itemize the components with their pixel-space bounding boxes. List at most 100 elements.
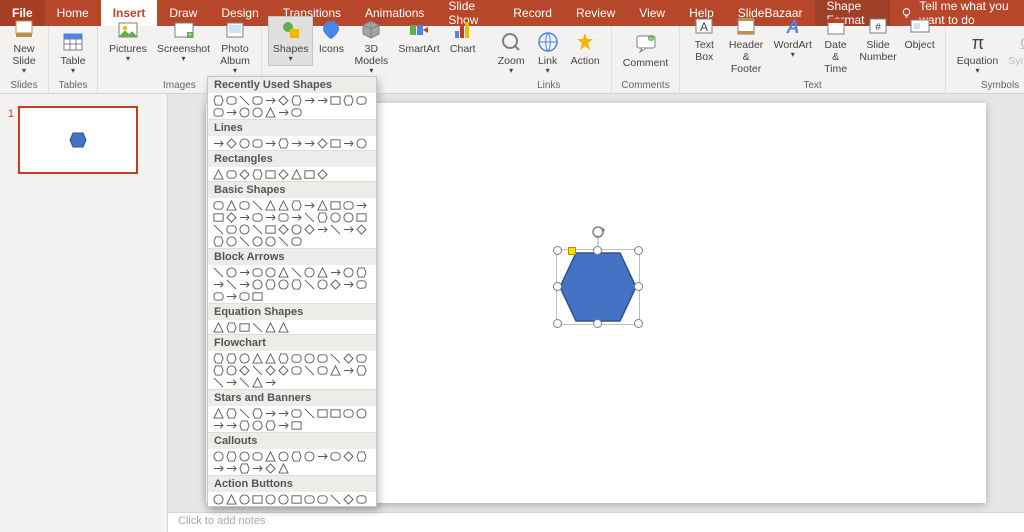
shape-option[interactable] (342, 364, 354, 376)
shape-option[interactable] (303, 450, 315, 462)
link-button[interactable]: Link▾ (530, 28, 566, 78)
shape-option[interactable] (303, 137, 315, 149)
shape-option[interactable] (251, 168, 263, 180)
shape-option[interactable] (290, 450, 302, 462)
tab-review[interactable]: Review (564, 0, 627, 26)
shape-option[interactable] (225, 266, 237, 278)
shape-option[interactable] (238, 376, 250, 388)
shape-option[interactable] (238, 223, 250, 235)
shape-option[interactable] (342, 450, 354, 462)
shape-option[interactable] (355, 266, 367, 278)
shape-option[interactable] (212, 168, 224, 180)
shape-option[interactable] (225, 199, 237, 211)
shape-option[interactable] (225, 450, 237, 462)
action-button[interactable]: Action (566, 28, 605, 70)
shape-option[interactable] (290, 364, 302, 376)
shape-option[interactable] (238, 290, 250, 302)
shape-option[interactable] (290, 199, 302, 211)
wordart-button[interactable]: AWordArt▾ (770, 12, 816, 62)
shape-option[interactable] (251, 94, 263, 106)
shape-option[interactable] (316, 407, 328, 419)
shape-option[interactable] (251, 106, 263, 118)
shape-option[interactable] (342, 94, 354, 106)
chart-button[interactable]: Chart (445, 16, 481, 58)
resize-handle[interactable] (634, 319, 643, 328)
new-slide-button[interactable]: New Slide▾ (6, 16, 42, 78)
shape-option[interactable] (316, 266, 328, 278)
shape-option[interactable] (277, 407, 289, 419)
shape-option[interactable] (355, 407, 367, 419)
photo-album-button[interactable]: Photo Album▾ (215, 16, 255, 78)
shape-option[interactable] (264, 168, 276, 180)
shape-option[interactable] (212, 493, 224, 505)
3d-models-button[interactable]: 3D Models▾ (349, 16, 393, 78)
shape-option[interactable] (342, 199, 354, 211)
shape-option[interactable] (303, 211, 315, 223)
shape-option[interactable] (251, 493, 263, 505)
shape-option[interactable] (290, 266, 302, 278)
zoom-button[interactable]: Zoom▾ (493, 28, 530, 78)
shape-option[interactable] (212, 223, 224, 235)
shape-option[interactable] (225, 407, 237, 419)
shape-option[interactable] (277, 493, 289, 505)
shape-option[interactable] (238, 364, 250, 376)
shape-option[interactable] (277, 168, 289, 180)
shape-option[interactable] (355, 94, 367, 106)
shape-option[interactable] (277, 364, 289, 376)
shape-option[interactable] (225, 462, 237, 474)
shape-option[interactable] (251, 321, 263, 333)
shape-option[interactable] (212, 462, 224, 474)
shape-option[interactable] (342, 266, 354, 278)
textbox-button[interactable]: AText Box (686, 12, 722, 66)
shape-option[interactable] (238, 407, 250, 419)
shape-option[interactable] (251, 278, 263, 290)
shape-option[interactable] (251, 419, 263, 431)
shape-option[interactable] (212, 321, 224, 333)
shape-option[interactable] (329, 364, 341, 376)
shape-option[interactable] (303, 266, 315, 278)
shape-option[interactable] (329, 407, 341, 419)
shape-option[interactable] (342, 278, 354, 290)
shape-option[interactable] (225, 321, 237, 333)
shape-option[interactable] (212, 376, 224, 388)
shape-option[interactable] (290, 278, 302, 290)
shape-option[interactable] (290, 168, 302, 180)
shape-option[interactable] (342, 493, 354, 505)
shape-option[interactable] (355, 199, 367, 211)
pictures-button[interactable]: Pictures▾ (104, 16, 152, 66)
shape-option[interactable] (212, 407, 224, 419)
shape-option[interactable] (264, 462, 276, 474)
object-button[interactable]: Object (900, 12, 938, 54)
shape-option[interactable] (225, 211, 237, 223)
shape-option[interactable] (225, 94, 237, 106)
shapes-button[interactable]: Shapes▾ (268, 16, 314, 66)
shape-option[interactable] (329, 223, 341, 235)
shape-option[interactable] (303, 168, 315, 180)
shape-option[interactable] (290, 407, 302, 419)
shape-option[interactable] (212, 419, 224, 431)
shape-option[interactable] (238, 266, 250, 278)
shape-option[interactable] (212, 364, 224, 376)
shape-option[interactable] (264, 450, 276, 462)
shape-option[interactable] (264, 235, 276, 247)
shape-option[interactable] (251, 211, 263, 223)
resize-handle[interactable] (634, 246, 643, 255)
shape-option[interactable] (238, 278, 250, 290)
shape-option[interactable] (277, 278, 289, 290)
shape-option[interactable] (212, 199, 224, 211)
shape-option[interactable] (251, 290, 263, 302)
selected-shape[interactable] (558, 251, 638, 323)
shape-option[interactable] (264, 364, 276, 376)
adjust-handle[interactable] (568, 247, 576, 255)
shape-option[interactable] (238, 321, 250, 333)
shape-option[interactable] (290, 419, 302, 431)
shape-option[interactable] (329, 352, 341, 364)
shape-option[interactable] (238, 450, 250, 462)
shape-option[interactable] (251, 462, 263, 474)
shape-option[interactable] (303, 407, 315, 419)
shape-option[interactable] (316, 199, 328, 211)
shape-option[interactable] (277, 450, 289, 462)
shape-option[interactable] (303, 94, 315, 106)
shape-option[interactable] (225, 290, 237, 302)
shape-option[interactable] (251, 450, 263, 462)
